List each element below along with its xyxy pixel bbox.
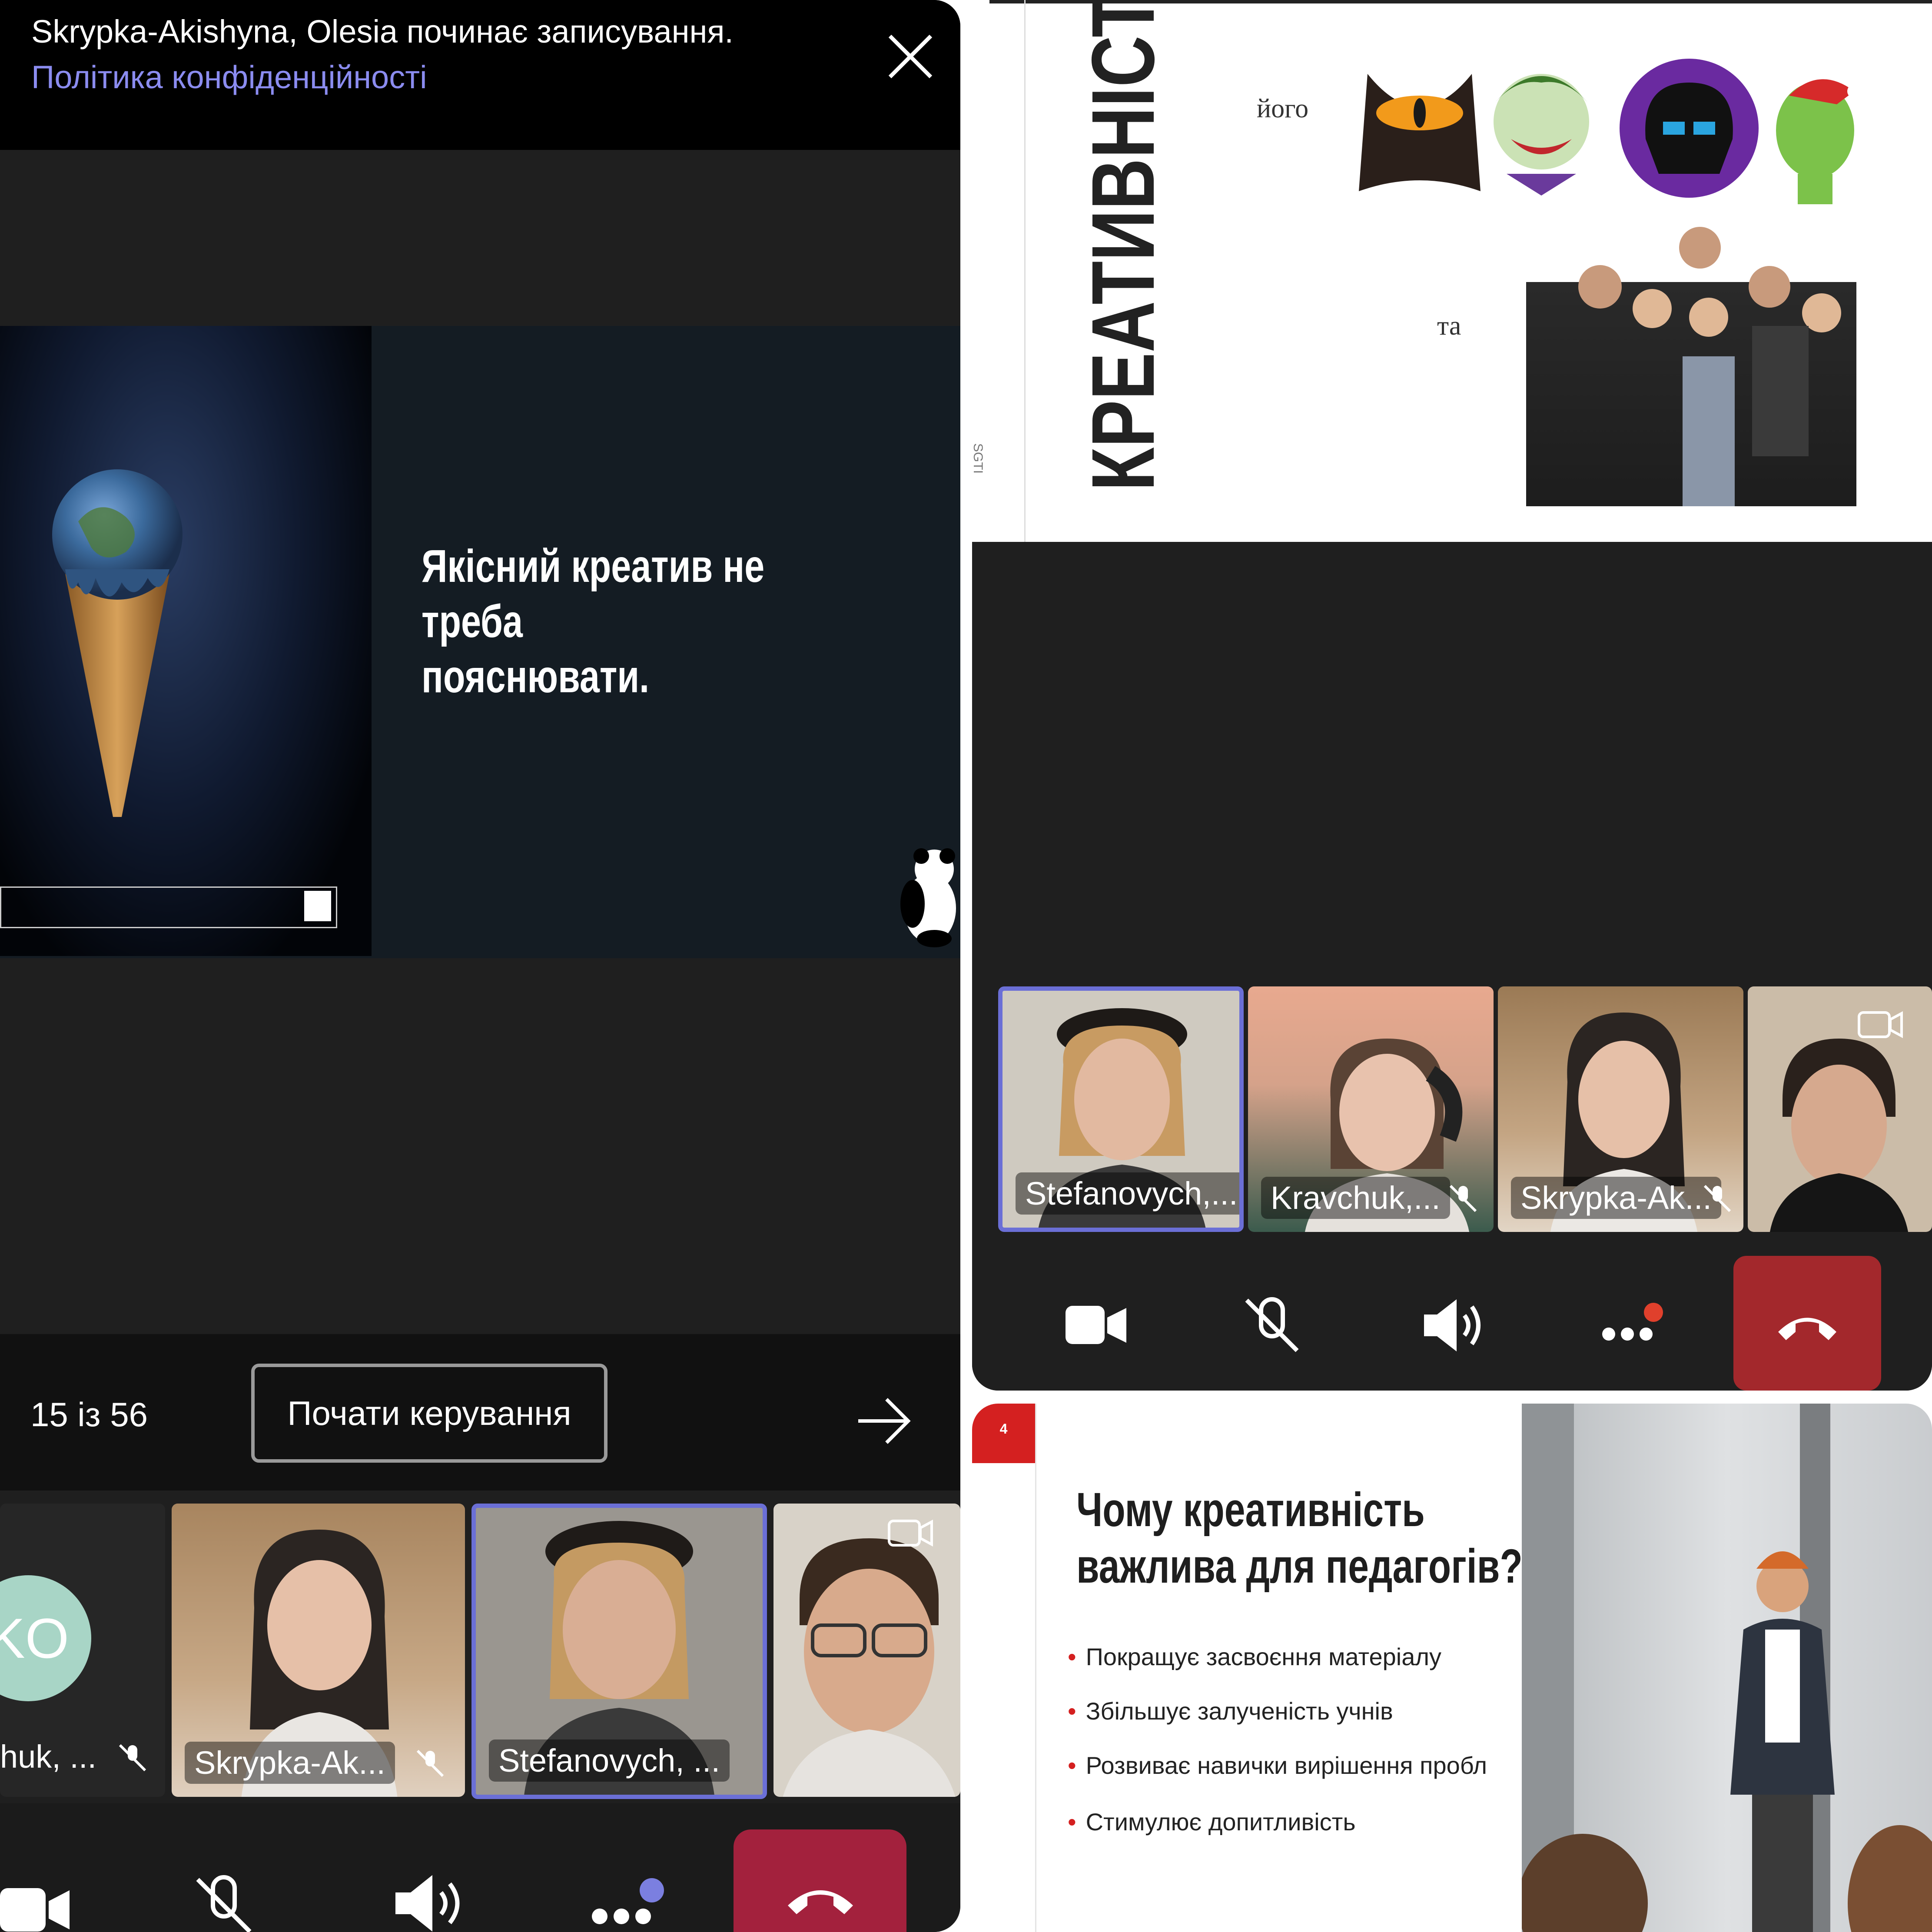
joker-image bbox=[1494, 74, 1589, 196]
eye-of-sauron-image bbox=[1359, 74, 1481, 191]
page-counter: 15 із 56 bbox=[30, 1395, 148, 1434]
participant-tile-active-speaker[interactable]: Stefanovych,... bbox=[998, 986, 1244, 1232]
hang-up-button[interactable] bbox=[734, 1829, 906, 1932]
speaker-icon[interactable] bbox=[1420, 1297, 1485, 1354]
mic-off-icon bbox=[1449, 1185, 1477, 1212]
slide-title: КРЕАТИВНІСТЬ bbox=[1073, 0, 1173, 491]
slide-page-number: 4 bbox=[999, 1421, 1008, 1437]
melting-earth-cone-image bbox=[52, 469, 183, 817]
participant-name: huk, ... bbox=[0, 1739, 97, 1775]
participant-video bbox=[1770, 1039, 1908, 1232]
bullet-item: • Покращує засвоєння матеріалу bbox=[1068, 1643, 1442, 1670]
hang-up-icon bbox=[1778, 1318, 1836, 1340]
camera-icon[interactable] bbox=[1066, 1304, 1129, 1345]
bullet-text: Розвиває навички вирішення пробл bbox=[1086, 1752, 1487, 1779]
slide-word-ta: та bbox=[1437, 311, 1461, 341]
friends-cast-photo bbox=[1526, 226, 1856, 506]
participant-name: Skrypka-Ak... bbox=[185, 1742, 395, 1784]
bullet-item: • Розвиває навички вирішення пробл bbox=[1068, 1752, 1487, 1779]
darth-vader-image bbox=[1620, 59, 1759, 198]
participant-video bbox=[783, 1538, 956, 1797]
quote-line-2: пояснювати. bbox=[422, 651, 650, 703]
hang-up-button[interactable] bbox=[1733, 1256, 1881, 1391]
slide-divider bbox=[1035, 1404, 1036, 1932]
presentation-slide: 4 Чому креативність важлива для педагогі… bbox=[972, 1404, 1932, 1932]
mic-off-icon bbox=[1703, 1185, 1731, 1212]
speaker-icon[interactable] bbox=[391, 1873, 465, 1932]
panda-logo bbox=[900, 848, 956, 947]
left-call-window: Skrypka-Akishyna, Olesia починає записув… bbox=[0, 0, 960, 1932]
participant-tile[interactable] bbox=[1748, 986, 1932, 1232]
slide-side-logo: SGTI bbox=[972, 443, 985, 474]
privacy-policy-link[interactable]: Політика конфіденційності bbox=[31, 59, 427, 96]
slide-title-line-2: важлива для педагогів? bbox=[1076, 1539, 1523, 1593]
shared-slide: SGTI КРЕАТИВНІСТЬ його та bbox=[972, 0, 1932, 542]
slide-word-yoho: його bbox=[1257, 94, 1309, 123]
participant-name: Kravchuk,... bbox=[1261, 1177, 1450, 1219]
recording-banner: Skrypka-Akishyna, Olesia починає записув… bbox=[0, 0, 960, 150]
slide-quote: Якісний креатив не треба пояснювати. bbox=[422, 539, 842, 705]
participant-tile[interactable]: Kravchuk,... bbox=[1248, 986, 1494, 1232]
participant-name: Skrypka-Ak... bbox=[1511, 1177, 1721, 1219]
participant-tile[interactable]: Skrypka-Ak... bbox=[1498, 986, 1743, 1232]
slide-title-line-1: Чому креативність bbox=[1076, 1483, 1425, 1537]
bullet-text: Збільшує залученість учнів bbox=[1086, 1697, 1393, 1725]
switch-camera-icon[interactable] bbox=[886, 1512, 934, 1556]
mic-off-icon bbox=[119, 1744, 146, 1772]
bullet-item: • Збільшує залученість учнів bbox=[1068, 1697, 1393, 1725]
participant-tile[interactable]: Skrypka-Ak... bbox=[172, 1504, 465, 1797]
participant-tile-active-speaker[interactable]: Stefanovych, ... bbox=[471, 1504, 767, 1799]
camera-icon[interactable] bbox=[0, 1886, 74, 1932]
speaker-photo bbox=[1522, 1404, 1932, 1932]
slide-title: Чому креативність важлива для педагогів? bbox=[1076, 1482, 1523, 1595]
quote-line-1: Якісний креатив не треба bbox=[422, 541, 765, 647]
presenter-controls: 15 із 56 Почати керування bbox=[0, 1334, 960, 1490]
presenter-on-stage-image bbox=[1522, 1404, 1932, 1932]
switch-camera-icon[interactable] bbox=[1856, 1004, 1904, 1047]
friends-cast-figures bbox=[1578, 227, 1841, 506]
mic-off-icon bbox=[416, 1749, 444, 1777]
participant-name: Stefanovych, ... bbox=[489, 1739, 730, 1782]
grinch-image bbox=[1776, 79, 1861, 204]
right-call-window: SGTI КРЕАТИВНІСТЬ його та Stefanovych,..… bbox=[972, 0, 1932, 1391]
poster-caption-box bbox=[0, 886, 337, 928]
slide-divider bbox=[1024, 0, 1026, 542]
take-control-button[interactable]: Почати керування bbox=[251, 1364, 607, 1463]
mic-off-icon[interactable] bbox=[191, 1873, 256, 1932]
hang-up-icon bbox=[788, 1890, 853, 1914]
shared-slide: Якісний креатив не треба пояснювати. bbox=[0, 326, 960, 958]
participant-name: Stefanovych,... bbox=[1016, 1172, 1239, 1215]
bullet-text: Покращує засвоєння матеріалу bbox=[1086, 1643, 1442, 1670]
wwf-logo bbox=[304, 891, 331, 921]
more-icon[interactable] bbox=[587, 1869, 674, 1932]
participant-tile[interactable]: KO huk, ... bbox=[0, 1504, 165, 1797]
participant-tile[interactable] bbox=[773, 1504, 960, 1797]
avatar: KO bbox=[0, 1575, 91, 1701]
close-icon[interactable] bbox=[886, 33, 934, 80]
bullet-item: • Стимулює допитливість bbox=[1068, 1808, 1356, 1836]
poster-image bbox=[0, 326, 372, 956]
arrow-right-icon[interactable] bbox=[856, 1395, 913, 1447]
more-icon[interactable] bbox=[1598, 1293, 1667, 1349]
bullet-text: Стимулює допитливість bbox=[1086, 1808, 1356, 1836]
call-controls bbox=[0, 1803, 960, 1932]
mic-off-icon[interactable] bbox=[1242, 1295, 1302, 1356]
recording-notice: Skrypka-Akishyna, Olesia починає записув… bbox=[31, 13, 734, 50]
